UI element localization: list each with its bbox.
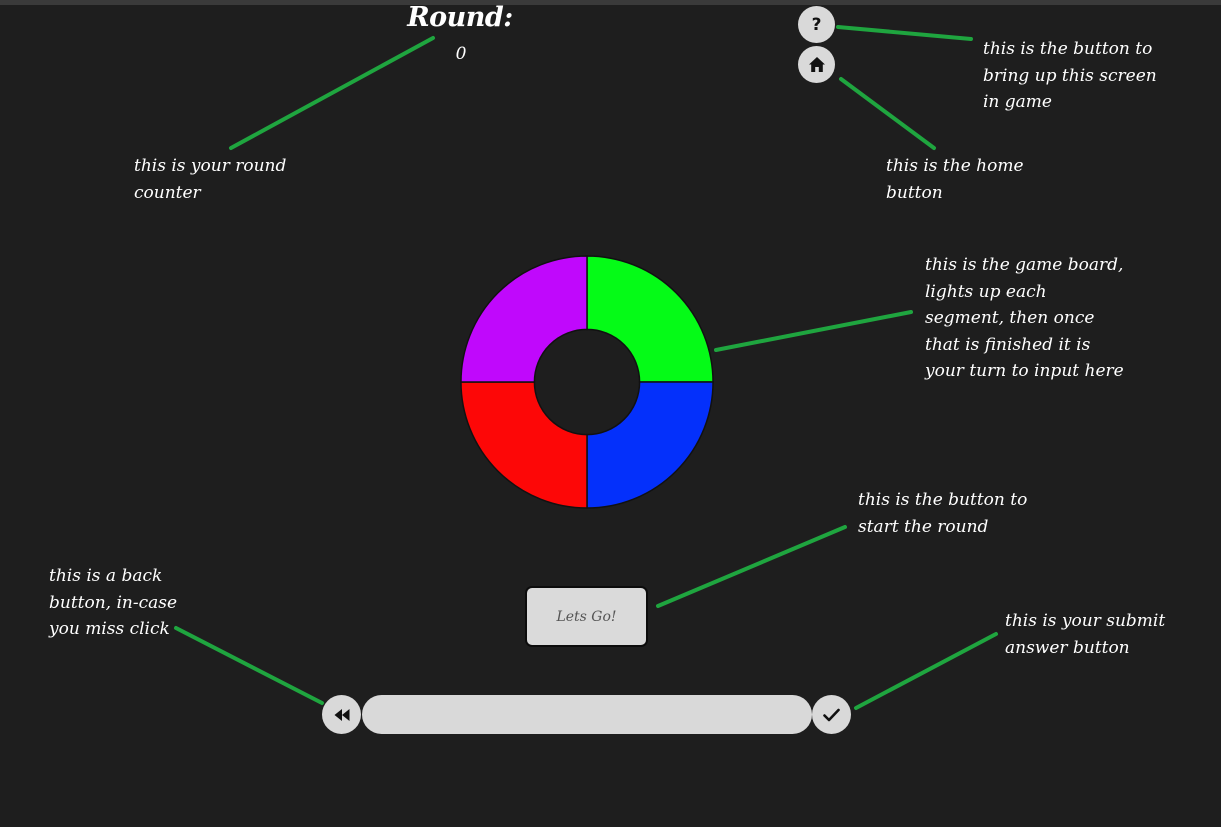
game-board-pointer <box>714 310 913 352</box>
start-button-pointer <box>656 525 847 608</box>
window-top-edge <box>0 0 1221 5</box>
annotation-start-button: this is the button to start the round <box>858 490 1028 537</box>
annotation-help-button: this is the button to bring up this scre… <box>983 39 1157 112</box>
start-round-button[interactable]: Lets Go! <box>525 586 648 647</box>
home-button-pointer <box>839 77 936 150</box>
board-segment-green[interactable] <box>586 255 714 383</box>
answer-sequence-bar <box>362 695 812 734</box>
back-button[interactable] <box>322 695 361 734</box>
round-counter: 0 <box>455 44 467 64</box>
submit-button-pointer <box>854 632 998 710</box>
round-counter-pointer <box>229 36 435 150</box>
board-segment-red[interactable] <box>460 381 588 509</box>
annotation-game-board: this is the game board, lights up each s… <box>925 255 1124 381</box>
game-board <box>460 255 714 509</box>
home-icon <box>808 57 825 72</box>
game-screen: Round: 0 ? Lets Go! this is your round c… <box>0 0 1221 827</box>
annotation-back-button: this is a back button, in-case you miss … <box>49 566 178 639</box>
help-button-pointer <box>836 25 973 41</box>
home-button[interactable] <box>798 46 835 83</box>
annotation-round-counter: this is your round counter <box>134 156 287 203</box>
checkmark-icon <box>823 708 840 721</box>
round-label: Round: <box>407 2 513 33</box>
board-segment-blue[interactable] <box>586 381 714 509</box>
annotation-home-button: this is the home button <box>886 156 1024 203</box>
help-button-label: ? <box>811 14 822 35</box>
help-button[interactable]: ? <box>798 6 835 43</box>
board-segment-purple[interactable] <box>460 255 588 383</box>
rewind-icon <box>334 708 349 721</box>
annotation-submit-button: this is your submit answer button <box>1005 611 1166 658</box>
submit-answer-button[interactable] <box>812 695 851 734</box>
